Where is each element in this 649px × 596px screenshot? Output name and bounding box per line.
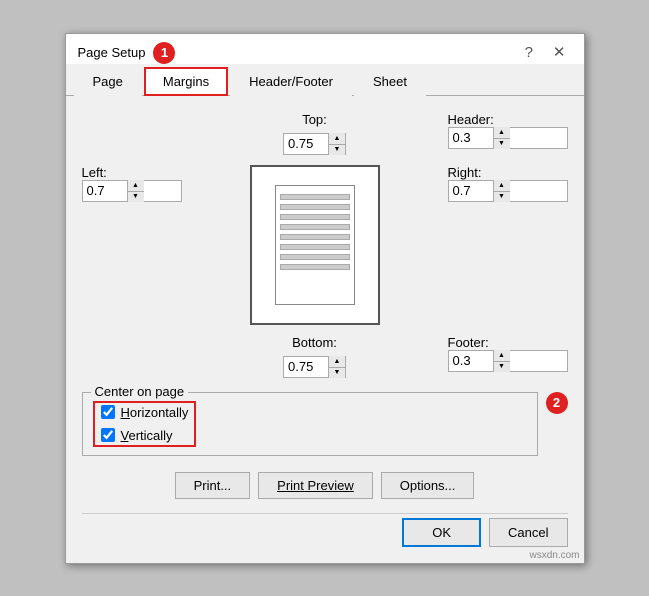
top-spinner[interactable]: ▲ ▼ [283,133,346,155]
right-down-btn[interactable]: ▼ [494,191,510,202]
top-input[interactable] [284,134,328,154]
dialog-content: Top: ▲ ▼ Header: ▲ ▼ [66,96,584,563]
header-spinner[interactable]: ▲ ▼ [448,127,568,149]
left-spinner[interactable]: ▲ ▼ [82,180,182,202]
ok-button[interactable]: OK [402,518,481,547]
right-input[interactable] [449,181,493,201]
header-field-group: Header: ▲ ▼ [448,112,568,149]
footer-input[interactable] [449,351,493,371]
footer-down-btn[interactable]: ▼ [494,361,510,372]
bottom-spinner[interactable]: ▲ ▼ [283,356,346,378]
header-label: Header: [448,112,494,127]
page-setup-dialog: Page Setup 1 ? ✕ Page Margins Header/Foo… [65,33,585,564]
title-bar: Page Setup 1 ? ✕ [66,34,584,64]
right-label: Right: [448,165,482,180]
vertically-label: Vertically [121,428,173,443]
left-input[interactable] [83,181,127,201]
right-spinner[interactable]: ▲ ▼ [448,180,568,202]
horizontally-row[interactable]: Horizontally [101,405,189,420]
bottom-section: Bottom: ▲ ▼ Footer: ▲ ▼ [82,335,568,378]
bottom-label: Bottom: [292,335,337,350]
badge-2: 2 [546,392,568,414]
horizontally-label: Horizontally [121,405,189,420]
footer-up-btn[interactable]: ▲ [494,350,510,361]
center-on-page-group: Center on page Horizontally Vertically [82,392,538,456]
tab-margins[interactable]: Margins [144,67,228,96]
footer-field-group: Footer: ▲ ▼ [448,335,568,372]
top-label: Top: [302,112,327,127]
tab-page[interactable]: Page [74,67,142,96]
close-button[interactable]: ✕ [547,43,572,62]
bottom-down-btn[interactable]: ▼ [329,367,345,378]
preview-inner [275,185,355,305]
options-button[interactable]: Options... [381,472,475,499]
left-down-btn[interactable]: ▼ [128,191,144,202]
tab-header-footer[interactable]: Header/Footer [230,67,352,96]
center-on-page-legend: Center on page [91,384,189,399]
cancel-button[interactable]: Cancel [489,518,567,547]
bottom-up-btn[interactable]: ▲ [329,356,345,367]
header-input[interactable] [449,128,493,148]
bottom-field-group: Bottom: ▲ ▼ [283,335,346,378]
top-down-btn[interactable]: ▼ [329,144,345,155]
checkboxes-highlight: Horizontally Vertically [93,401,197,447]
action-buttons: Print... Print Preview Options... [82,472,568,499]
left-field-group: Left: ▲ ▼ [82,165,182,202]
left-label: Left: [82,165,107,180]
top-up-btn[interactable]: ▲ [329,133,345,144]
top-section: Top: ▲ ▼ Header: ▲ ▼ [82,112,568,155]
vertically-checkbox[interactable] [101,428,115,442]
footer-label: Footer: [448,335,489,350]
right-field-group: Right: ▲ ▼ [448,165,568,202]
dialog-title: Page Setup [78,45,146,60]
print-button[interactable]: Print... [175,472,251,499]
tab-sheet[interactable]: Sheet [354,67,426,96]
watermark: wsxdn.com [529,550,579,561]
middle-section: Left: ▲ ▼ [82,165,568,325]
header-up-btn[interactable]: ▲ [494,127,510,138]
help-button[interactable]: ? [519,43,539,62]
vertically-row[interactable]: Vertically [101,428,189,443]
horizontally-checkbox[interactable] [101,405,115,419]
ok-cancel-row: OK Cancel [82,513,568,547]
page-preview [250,165,380,325]
tabs-bar: Page Margins Header/Footer Sheet [66,66,584,96]
right-up-btn[interactable]: ▲ [494,180,510,191]
footer-spinner[interactable]: ▲ ▼ [448,350,568,372]
print-preview-button[interactable]: Print Preview [258,472,373,499]
header-down-btn[interactable]: ▼ [494,138,510,149]
top-field-group: Top: ▲ ▼ [283,112,346,155]
bottom-input[interactable] [284,357,328,377]
left-up-btn[interactable]: ▲ [128,180,144,191]
badge-1: 1 [153,42,175,64]
